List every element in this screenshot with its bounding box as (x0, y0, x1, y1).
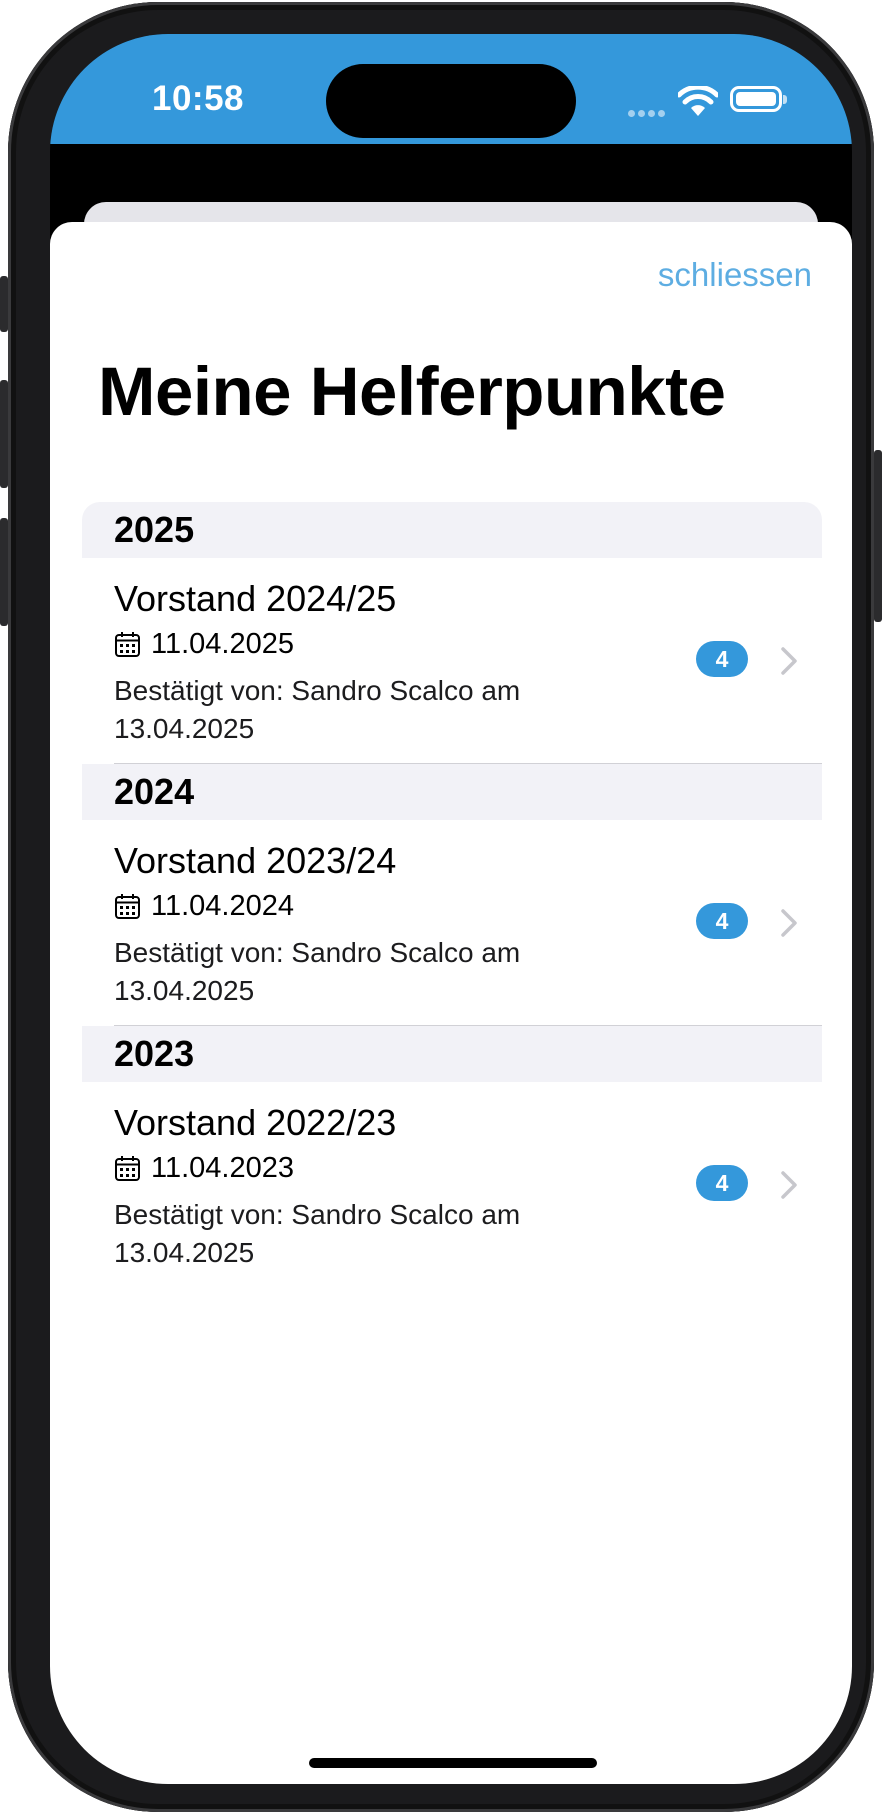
cellular-signal-icon (628, 104, 668, 122)
entry-confirmation: Bestätigt von: Sandro Scalco am 13.04.20… (114, 1199, 521, 1268)
entry-date-line: 11.04.2024 (114, 890, 294, 923)
entry-date-line: 11.04.2023 (114, 1152, 294, 1185)
page-title: Meine Helferpunkte (98, 353, 726, 430)
helper-points-list: 2025 Vorstand 2024/25 11.04.2025 Bestäti… (82, 502, 822, 1288)
power-button (874, 450, 882, 622)
points-badge: 4 (696, 903, 748, 939)
status-bar: 10:58 (50, 34, 852, 144)
volume-down-button (0, 518, 8, 626)
wifi-icon (678, 86, 718, 116)
points-badge: 4 (696, 1165, 748, 1201)
modal-sheet: schliessen Meine Helferpunkte 2025 Vorst… (50, 222, 852, 1784)
points-badge: 4 (696, 641, 748, 677)
chevron-right-icon (781, 909, 797, 937)
calendar-icon (115, 632, 140, 657)
entry-confirmation: Bestätigt von: Sandro Scalco am 13.04.20… (114, 675, 521, 744)
dynamic-island (326, 64, 576, 138)
close-button[interactable]: schliessen (658, 256, 812, 294)
battery-icon (730, 86, 787, 112)
section-header-2024: 2024 (82, 764, 822, 820)
list-item[interactable]: Vorstand 2023/24 11.04.2024 Bestätigt vo (82, 820, 822, 1026)
calendar-icon (115, 894, 140, 919)
section-header-2023: 2023 (82, 1026, 822, 1082)
entry-title: Vorstand 2023/24 (114, 840, 397, 881)
entry-date: 11.04.2024 (151, 890, 294, 922)
chevron-right-icon (781, 1171, 797, 1199)
device-frame: 10:58 schliessen Meine Helferpunkte 2025… (0, 2, 882, 1812)
screen: 10:58 schliessen Meine Helferpunkte 2025… (50, 34, 852, 1784)
entry-confirmation: Bestätigt von: Sandro Scalco am 13.04.20… (114, 937, 521, 1006)
list-item[interactable]: Vorstand 2024/25 11.04.2025 Bestätigt vo (82, 558, 822, 764)
entry-title: Vorstand 2022/23 (114, 1102, 397, 1143)
volume-up-button (0, 380, 8, 488)
home-indicator[interactable] (309, 1758, 597, 1768)
chevron-right-icon (781, 647, 797, 675)
section-header-2025: 2025 (82, 502, 822, 558)
entry-date-line: 11.04.2025 (114, 628, 294, 661)
action-button (0, 276, 8, 332)
list-item[interactable]: Vorstand 2022/23 11.04.2023 Bestätigt vo (82, 1082, 822, 1288)
entry-date: 11.04.2025 (151, 628, 294, 660)
entry-title: Vorstand 2024/25 (114, 578, 397, 619)
entry-date: 11.04.2023 (151, 1152, 294, 1184)
calendar-icon (115, 1156, 140, 1181)
status-time: 10:58 (152, 79, 245, 118)
